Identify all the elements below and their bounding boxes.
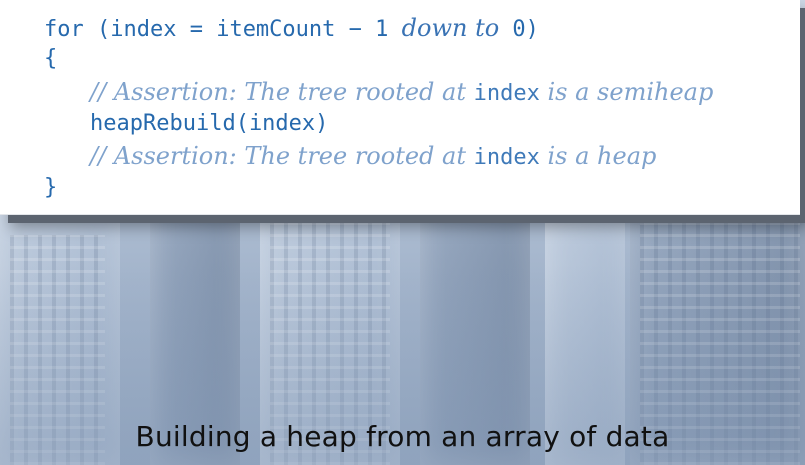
code-line-for: for (index = itemCount − 1 down to 0): [44, 14, 539, 44]
comment-text: is a heap: [539, 142, 657, 170]
code-line-comment-semiheap: // Assertion: The tree rooted at index i…: [90, 78, 713, 108]
down-to-text: down to: [401, 14, 500, 42]
code-panel: for (index = itemCount − 1 down to 0) { …: [0, 0, 800, 215]
keyword-for: for: [44, 17, 84, 42]
close-brace: }: [44, 175, 58, 200]
slide-caption: Building a heap from an array of data: [135, 420, 670, 453]
comment-text: Assertion: The tree rooted at: [106, 142, 474, 170]
comment-code-word: index: [473, 145, 540, 170]
open-brace: {: [44, 46, 58, 71]
loop-init: (index = itemCount − 1: [83, 17, 402, 42]
comment-slashes: //: [90, 78, 107, 106]
comment-code-word: index: [473, 81, 540, 106]
comment-text: is a semiheap: [539, 78, 714, 106]
comment-text: Assertion: The tree rooted at: [106, 78, 474, 106]
heap-rebuild-call: heapRebuild(index): [90, 111, 329, 136]
comment-slashes: //: [90, 142, 107, 170]
code-line-comment-heap: // Assertion: The tree rooted at index i…: [90, 142, 656, 172]
loop-end: 0): [499, 17, 539, 42]
